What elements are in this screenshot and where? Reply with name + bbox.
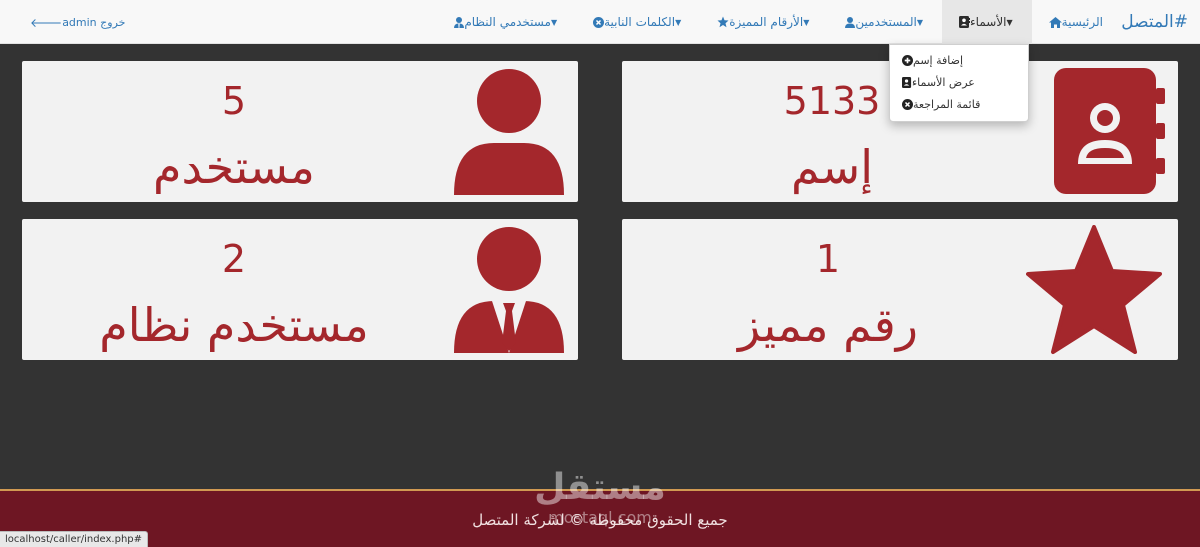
nav-menu: الرئيسية الأسماء ▼ المستخدمين ▼ الأرقام … bbox=[437, 0, 1116, 44]
dropdown-item-view-names[interactable]: عرض الأسماء bbox=[890, 71, 1028, 93]
browser-status-bar: localhost/caller/index.php# bbox=[0, 531, 149, 547]
dropdown-item-label: قائمة المراجعة bbox=[913, 97, 981, 111]
star-icon bbox=[1026, 225, 1162, 359]
nav-item-label: الرئيسية bbox=[1061, 15, 1103, 29]
plus-circle-icon bbox=[902, 54, 913, 66]
times-circle-icon bbox=[902, 98, 913, 110]
user-icon bbox=[452, 69, 566, 199]
address-book-icon bbox=[959, 16, 971, 28]
nav-item-label: مستخدمي النظام bbox=[464, 15, 551, 29]
brand-link[interactable]: #المتصل bbox=[1121, 0, 1188, 44]
card-value: 5 bbox=[221, 79, 247, 123]
nav-item-label: الكلمات النابية bbox=[604, 15, 676, 29]
logout-link[interactable]: خروج admin 🡐 bbox=[26, 0, 125, 44]
chevron-down-icon: ▼ bbox=[803, 17, 810, 27]
dropdown-item-label: عرض الأسماء bbox=[912, 75, 975, 89]
nav-item-bad-words[interactable]: الكلمات النابية ▼ bbox=[576, 0, 700, 44]
nav-item-label: الأسماء bbox=[970, 15, 1007, 29]
card-label: رقم مميز bbox=[738, 298, 918, 352]
card-label: مستخدم bbox=[153, 140, 315, 194]
dropdown-item-add-name[interactable]: إضافة إسم bbox=[890, 49, 1028, 71]
top-navbar: #المتصل الرئيسية الأسماء ▼ المستخدمين ▼ bbox=[0, 0, 1200, 44]
footer-copyright: جميع الحقوق محفوظة © لشركة المتصل bbox=[472, 511, 728, 529]
logout-label: خروج admin bbox=[62, 15, 126, 29]
card-special-numbers[interactable]: 1 رقم مميز bbox=[622, 219, 1178, 360]
address-book-icon bbox=[1054, 68, 1166, 198]
card-value: 1 bbox=[815, 237, 841, 281]
card-users[interactable]: 5 مستخدم bbox=[22, 61, 578, 202]
chevron-down-icon: ▼ bbox=[1006, 17, 1013, 27]
chevron-down-icon: ▼ bbox=[550, 17, 558, 27]
nav-item-special-numbers[interactable]: الأرقام المميزة ▼ bbox=[700, 0, 828, 44]
nav-item-system-users[interactable]: مستخدمي النظام ▼ bbox=[437, 0, 576, 44]
card-system-users[interactable]: 2 مستخدم نظام bbox=[22, 219, 578, 360]
chevron-down-icon: ▼ bbox=[675, 17, 682, 27]
nav-item-label: الأرقام المميزة bbox=[729, 15, 804, 29]
chevron-down-icon: ▼ bbox=[916, 17, 924, 27]
nav-item-home[interactable]: الرئيسية bbox=[1032, 0, 1116, 44]
footer: جميع الحقوق محفوظة © لشركة المتصل bbox=[0, 489, 1200, 547]
user-icon bbox=[845, 16, 856, 28]
nav-item-users[interactable]: المستخدمين ▼ bbox=[828, 0, 942, 44]
user-tie-icon bbox=[454, 16, 465, 28]
dropdown-item-label: إضافة إسم bbox=[913, 53, 963, 67]
arrow-left-icon: 🡐 bbox=[30, 15, 63, 30]
card-label: مستخدم نظام bbox=[99, 298, 369, 352]
star-icon bbox=[717, 16, 729, 28]
names-dropdown-menu: إضافة إسم عرض الأسماء قائمة المراجعة bbox=[889, 44, 1029, 122]
card-label: إسم bbox=[791, 140, 873, 194]
home-icon bbox=[1048, 16, 1062, 28]
user-tie-icon bbox=[452, 227, 566, 357]
card-value: 2 bbox=[221, 237, 247, 281]
dropdown-item-review-list[interactable]: قائمة المراجعة bbox=[890, 93, 1028, 115]
times-circle-icon bbox=[593, 16, 605, 28]
nav-item-names[interactable]: الأسماء ▼ bbox=[942, 0, 1032, 44]
address-book-icon bbox=[902, 76, 912, 88]
nav-item-label: المستخدمين bbox=[855, 15, 917, 29]
